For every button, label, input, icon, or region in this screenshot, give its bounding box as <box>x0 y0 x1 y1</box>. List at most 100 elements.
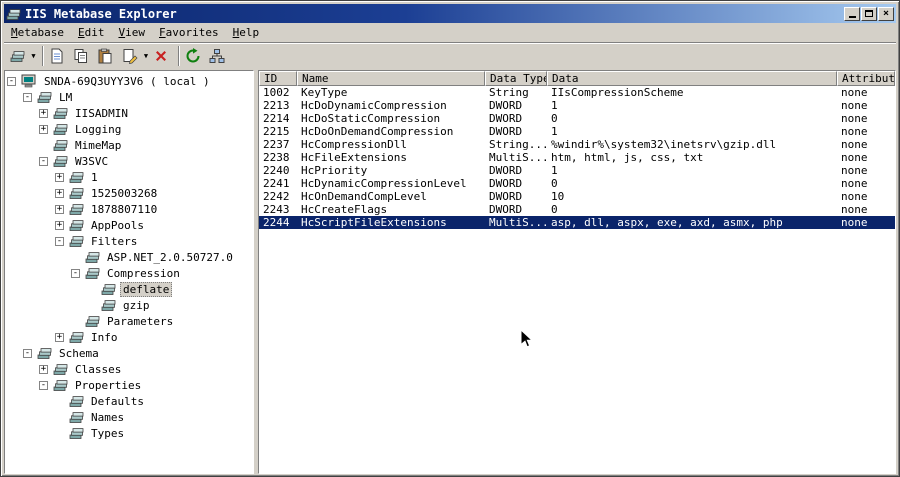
expand-icon[interactable]: + <box>55 332 64 342</box>
tree-item-label: Names <box>91 410 125 424</box>
key-stack-icon <box>85 266 100 280</box>
tree-item-mimemap[interactable]: MimeMap <box>5 137 253 153</box>
tree-item-snda-69q3uyy3v6-local-[interactable]: - SNDA-69Q3UYY3V6 ( local ) <box>5 73 253 89</box>
key-stack-icon <box>69 410 84 424</box>
maximize-button[interactable] <box>861 6 877 21</box>
menu-view[interactable]: View <box>112 24 153 41</box>
new-key-button[interactable]: ▼ <box>7 45 39 67</box>
toolbar: ▼ ▼ <box>4 42 896 69</box>
app-icon <box>6 7 22 21</box>
tree-item-names[interactable]: Names <box>5 409 253 425</box>
tree-item-gzip[interactable]: gzip <box>5 297 253 313</box>
expand-icon[interactable]: + <box>39 124 48 134</box>
tree-item-label: 1 <box>91 170 98 184</box>
tree-item-w3svc[interactable]: - W3SVC <box>5 153 253 169</box>
delete-button[interactable] <box>151 45 175 67</box>
new-record-button[interactable]: ▼ <box>119 45 151 67</box>
tree-item-label: Types <box>91 426 125 440</box>
cell-data: asp, dll, aspx, exe, axd, asmx, php <box>551 216 783 229</box>
table-row-2214[interactable]: 2214 HcDoStaticCompression DWORD 0 none <box>259 112 895 125</box>
collapse-icon[interactable]: - <box>7 76 16 86</box>
tree-item-iisadmin[interactable]: + IISADMIN <box>5 105 253 121</box>
column-header-data-type[interactable]: Data Type <box>485 71 547 86</box>
copy-button[interactable] <box>71 45 95 67</box>
key-stack-icon <box>101 282 116 296</box>
cell-data-type: DWORD <box>489 203 523 216</box>
tree-item-filters[interactable]: - Filters <box>5 233 253 249</box>
cell-attributes: none <box>841 177 868 190</box>
table-row-2240[interactable]: 2240 HcPriority DWORD 1 none <box>259 164 895 177</box>
window-title: IIS Metabase Explorer <box>25 6 177 21</box>
tree-item-1[interactable]: +1 <box>5 169 253 185</box>
expand-icon[interactable]: + <box>39 364 48 374</box>
tree-item-properties[interactable]: - Properties <box>5 377 253 393</box>
expand-icon[interactable]: + <box>55 172 64 182</box>
tree-item-logging[interactable]: + Logging <box>5 121 253 137</box>
tree-item-info[interactable]: + Info <box>5 329 253 345</box>
tree-item-defaults[interactable]: Defaults <box>5 393 253 409</box>
table-row-2243[interactable]: 2243 HcCreateFlags DWORD 0 none <box>259 203 895 216</box>
refresh-button[interactable] <box>183 45 207 67</box>
collapse-icon[interactable]: - <box>23 92 32 102</box>
table-row-2237[interactable]: 2237 HcCompressionDll String... %windir%\sy… <box>259 138 895 151</box>
minimize-button[interactable] <box>844 6 860 21</box>
table-row-2238[interactable]: 2238 HcFileExtensions MultiS... htm, html, … <box>259 151 895 164</box>
connect-button[interactable] <box>207 45 231 67</box>
tree-item-deflate[interactable]: deflate <box>5 281 253 297</box>
cell-name: HcDoDynamicCompression <box>301 99 447 112</box>
tree-item-apppools[interactable]: + AppPools <box>5 217 253 233</box>
minimize-icon <box>848 16 856 18</box>
tree-panel: - SNDA-69Q3UYY3V6 ( local ) - LM + IISADMIN + L… <box>4 70 254 474</box>
menu-help[interactable]: Help <box>227 24 268 41</box>
tree-item-1878807110[interactable]: +1878807110 <box>5 201 253 217</box>
cell-data: 0 <box>551 177 558 190</box>
key-stack-icon <box>37 346 52 360</box>
column-header-data[interactable]: Data <box>547 71 837 86</box>
cell-data-type: DWORD <box>489 177 523 190</box>
menu-metabase[interactable]: Metabase <box>5 24 72 41</box>
title-bar[interactable]: IIS Metabase Explorer × <box>4 4 896 23</box>
collapse-icon[interactable]: - <box>55 236 64 246</box>
column-header-name[interactable]: Name <box>297 71 485 86</box>
expand-icon[interactable]: + <box>55 204 64 214</box>
tree-item-lm[interactable]: - LM <box>5 89 253 105</box>
column-header-id[interactable]: ID <box>259 71 297 86</box>
menu-edit[interactable]: Edit <box>72 24 113 41</box>
open-button[interactable] <box>47 45 71 67</box>
menu-favorites[interactable]: Favorites <box>153 24 227 41</box>
tree-item-parameters[interactable]: Parameters <box>5 313 253 329</box>
key-stack-icon <box>69 170 84 184</box>
table-row-2244[interactable]: 2244 HcScriptFileExtensions MultiS... asp, … <box>259 216 895 229</box>
table-row-2215[interactable]: 2215 HcDoOnDemandCompression DWORD 1 none <box>259 125 895 138</box>
cell-name: HcCreateFlags <box>301 203 388 216</box>
tree-item-1525003268[interactable]: +1525003268 <box>5 185 253 201</box>
table-row-1002[interactable]: 1002 KeyType String IIsCompressionScheme non… <box>259 86 895 99</box>
tree-item-compression[interactable]: - Compression <box>5 265 253 281</box>
table-row-2242[interactable]: 2242 HcOnDemandCompLevel DWORD 10 none <box>259 190 895 203</box>
table-row-2213[interactable]: 2213 HcDoDynamicCompression DWORD 1 none <box>259 99 895 112</box>
close-button[interactable]: × <box>878 6 894 21</box>
cell-data: IIsCompressionScheme <box>551 86 684 99</box>
tree-item-types[interactable]: Types <box>5 425 253 441</box>
menu-bar: Metabase Edit View Favorites Help <box>4 23 896 42</box>
tree-item-schema[interactable]: - Schema <box>5 345 253 361</box>
collapse-icon[interactable]: - <box>71 268 80 278</box>
collapse-icon[interactable]: - <box>39 156 48 166</box>
table-row-2241[interactable]: 2241 HcDynamicCompressionLevel DWORD 0 none <box>259 177 895 190</box>
expand-icon[interactable]: + <box>39 108 48 118</box>
expand-icon[interactable]: + <box>55 220 64 230</box>
app-window: IIS Metabase Explorer × Metabase Edit View… <box>0 0 900 477</box>
tree-item-classes[interactable]: + Classes <box>5 361 253 377</box>
collapse-icon[interactable]: - <box>23 348 32 358</box>
cell-data-type: DWORD <box>489 125 523 138</box>
cell-id: 2243 <box>263 203 290 216</box>
expand-icon[interactable]: + <box>55 188 64 198</box>
cell-name: HcScriptFileExtensions <box>301 216 447 229</box>
column-header-attributes[interactable]: Attributes <box>837 71 895 86</box>
dropdown-arrow-icon: ▼ <box>31 52 36 60</box>
collapse-icon[interactable]: - <box>39 380 48 390</box>
cell-name: KeyType <box>301 86 348 99</box>
paste-button[interactable] <box>95 45 119 67</box>
copy-icon <box>73 48 89 64</box>
tree-item-asp-net-2-0-50727-0[interactable]: ASP.NET_2.0.50727.0 <box>5 249 253 265</box>
